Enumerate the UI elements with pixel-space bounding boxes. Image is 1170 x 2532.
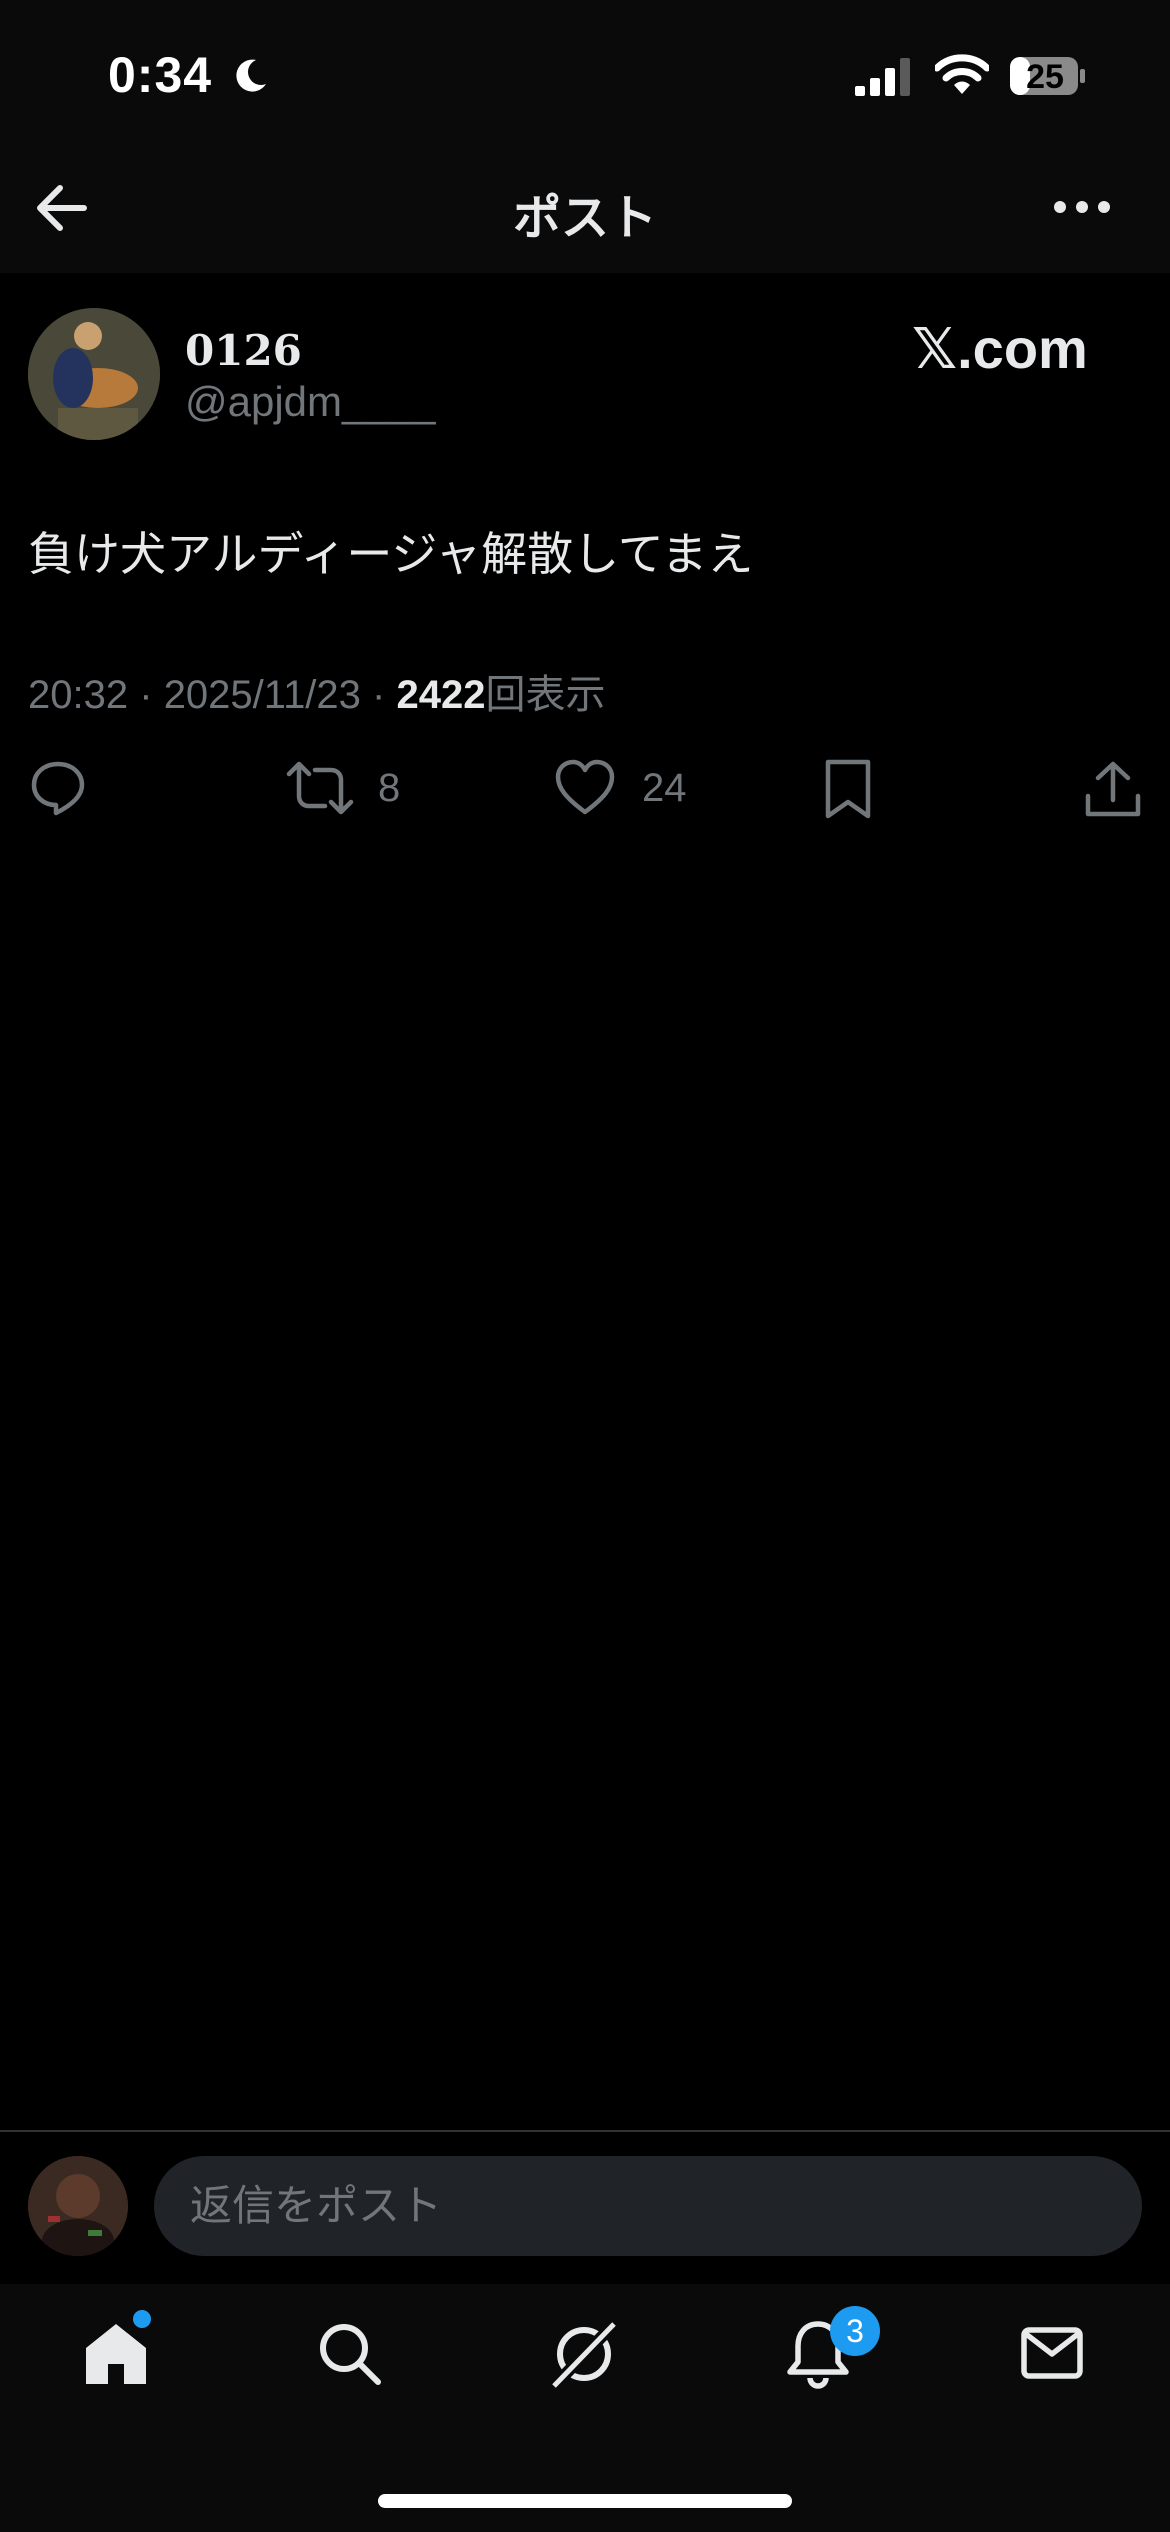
- post-meta: 20:32 · 2025/11/23 · 2422回表示: [28, 662, 605, 720]
- grok-icon[interactable]: [548, 2318, 620, 2390]
- retweet-count: 8: [378, 766, 401, 810]
- home-indicator[interactable]: [378, 2494, 792, 2508]
- share-icon[interactable]: [1084, 758, 1142, 820]
- user-handle[interactable]: @apjdm____: [185, 378, 435, 426]
- status-time: 0:34: [108, 47, 213, 103]
- current-user-avatar[interactable]: [28, 2156, 128, 2256]
- wifi-icon: [935, 54, 989, 94]
- mail-icon[interactable]: [1016, 2318, 1088, 2390]
- signal-icon: [855, 58, 910, 96]
- moon-icon: [236, 59, 266, 92]
- retweet-icon[interactable]: [285, 758, 355, 818]
- heart-icon[interactable]: [554, 758, 616, 818]
- display-name[interactable]: 0126: [185, 326, 302, 375]
- meta-separator: ·: [372, 673, 386, 717]
- post-time: 20:32: [28, 673, 129, 717]
- avatar[interactable]: [28, 308, 160, 440]
- reply-icon[interactable]: [28, 758, 88, 818]
- source-label: 𝕏.com: [912, 317, 1088, 380]
- more-icon[interactable]: [1052, 195, 1112, 219]
- home-icon[interactable]: [80, 2318, 152, 2390]
- post-date: 2025/11/23: [163, 673, 361, 717]
- view-count[interactable]: 2422: [397, 673, 486, 717]
- reply-input[interactable]: [154, 2156, 1142, 2256]
- battery-level: 25: [1026, 58, 1064, 96]
- like-count: 24: [642, 766, 687, 810]
- search-icon[interactable]: [314, 2318, 386, 2390]
- page-title: ポスト: [512, 192, 657, 245]
- notification-badge: 3: [830, 2306, 880, 2356]
- view-suffix: 回表示: [485, 673, 606, 717]
- home-notification-dot: [133, 2310, 151, 2328]
- bookmark-icon[interactable]: [822, 758, 874, 820]
- meta-separator: ·: [139, 673, 153, 717]
- post-text: 負け犬アルディージャ解散してまえ: [28, 528, 754, 580]
